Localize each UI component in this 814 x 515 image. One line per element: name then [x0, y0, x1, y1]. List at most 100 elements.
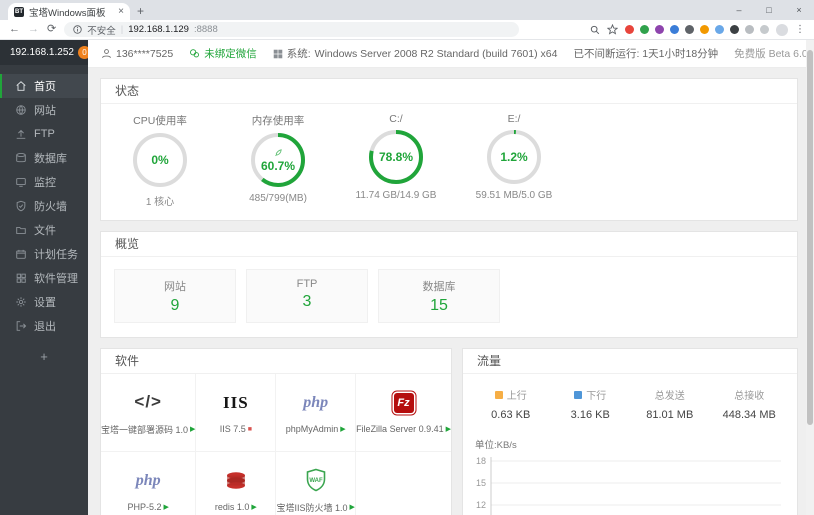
url-port[interactable]: :8888: [194, 24, 218, 35]
calendar-icon: [16, 249, 26, 259]
sidebar: 192.168.1.252 0 首页 网站 FTP 数据库 监控 防火墙 文件 …: [0, 40, 91, 515]
extension-icons: [625, 25, 769, 34]
extension-icon[interactable]: [700, 25, 709, 34]
account-info[interactable]: 136****7525: [101, 48, 173, 60]
rocket-icon[interactable]: [273, 148, 283, 158]
downstream-legend-swatch: [574, 390, 583, 399]
url-host[interactable]: 192.168.1.129: [128, 24, 189, 35]
server-header[interactable]: 192.168.1.252 0: [0, 40, 91, 65]
sidebar-item-ftp[interactable]: FTP: [0, 122, 88, 146]
extension-icon[interactable]: [625, 25, 634, 34]
info-icon[interactable]: [73, 25, 82, 34]
sidebar-item-website[interactable]: 网站: [0, 98, 88, 122]
gauge-label: C:/: [389, 113, 403, 125]
extension-icon[interactable]: [760, 25, 769, 34]
overview-label: FTP: [296, 278, 318, 290]
home-icon: [16, 81, 26, 91]
window-close-button[interactable]: ×: [784, 5, 814, 15]
software-item-filezilla[interactable]: Fz FileZilla Server 0.9.41 ▶: [356, 374, 451, 452]
status-stopped-icon: ■: [247, 425, 252, 433]
overview-panel: 概览 网站 9 FTP 3 数据库 15: [100, 231, 798, 338]
redis-logo: [226, 472, 245, 489]
software-item-waf[interactable]: WAF 宝塔IIS防火墙 1.0 ▶: [276, 452, 357, 515]
stat-label: 上行: [506, 391, 527, 402]
gauge-value: 0%: [151, 153, 169, 167]
software-item-iis[interactable]: IIS IIS 7.5 ■: [196, 374, 277, 452]
status-running-icon: ▶: [251, 503, 257, 511]
stat-value: 448.34 MB: [722, 409, 776, 421]
back-icon[interactable]: ←: [9, 24, 20, 35]
scrollbar-thumb[interactable]: [807, 50, 813, 425]
memory-gauge: 内存使用率 60.7% 485/799(MB): [219, 113, 337, 208]
bookmark-star-icon[interactable]: [607, 24, 618, 35]
extension-icon[interactable]: [745, 25, 754, 34]
extension-icon[interactable]: [640, 25, 649, 34]
extension-icon[interactable]: [670, 25, 679, 34]
svg-text:18: 18: [476, 456, 486, 466]
overview-label: 网站: [164, 281, 186, 293]
sidebar-item-label: 退出: [34, 321, 56, 333]
browser-window: BT 宝塔Windows面板 × + – □ × ← → ⟳ 不安全 | 192…: [0, 0, 814, 515]
toolbar-icons: ⋮: [529, 23, 805, 36]
uptime-info: 已不间断运行: 1天1小时18分钟: [573, 46, 718, 61]
profile-avatar[interactable]: [776, 23, 788, 36]
overview-row: 网站 9 FTP 3 数据库 15: [101, 257, 797, 337]
sidebar-item-logout[interactable]: 退出: [0, 314, 88, 338]
sidebar-item-cron[interactable]: 计划任务: [0, 242, 88, 266]
extension-icon[interactable]: [685, 25, 694, 34]
upstream-legend-swatch: [494, 390, 503, 399]
software-item-empty: [356, 452, 451, 515]
svg-text:15: 15: [476, 478, 486, 488]
chart-unit-label: 单位:KB/s: [475, 440, 517, 451]
gauge-value: 1.2%: [500, 150, 528, 164]
overview-value: 9: [170, 297, 180, 314]
status-running-icon: ▶: [445, 425, 451, 433]
wechat-bind-link[interactable]: 未绑定微信: [189, 46, 257, 61]
address-bar[interactable]: 不安全 | 192.168.1.129 :8888: [64, 22, 520, 37]
sidebar-item-firewall[interactable]: 防火墙: [0, 194, 88, 218]
php-logo: php: [303, 394, 329, 411]
overview-box-databases[interactable]: 数据库 15: [378, 269, 500, 323]
stat-label: 总接收: [734, 391, 765, 402]
tab-close-icon[interactable]: ×: [118, 6, 124, 17]
overview-box-ftp[interactable]: FTP 3: [246, 269, 368, 323]
logout-icon: [16, 321, 27, 331]
sidebar-item-database[interactable]: 数据库: [0, 146, 88, 170]
overview-box-websites[interactable]: 网站 9: [114, 269, 236, 323]
system-info: 系统: Windows Server 2008 R2 Standard (bui…: [273, 46, 557, 61]
url-separator: |: [120, 24, 124, 35]
new-tab-button[interactable]: +: [137, 3, 144, 20]
gauge-sublabel: 1 核心: [145, 197, 175, 208]
extension-icon[interactable]: [715, 25, 724, 34]
software-item-redis[interactable]: redis 1.0 ▶: [196, 452, 277, 515]
browser-tab[interactable]: BT 宝塔Windows面板 ×: [8, 3, 130, 20]
forward-icon[interactable]: →: [28, 24, 39, 35]
grid-icon: [16, 273, 26, 283]
window-maximize-button[interactable]: □: [754, 5, 784, 15]
sidebar-item-settings[interactable]: 设置: [0, 290, 88, 314]
reload-icon[interactable]: ⟳: [47, 24, 56, 35]
sidebar-item-software[interactable]: 软件管理: [0, 266, 88, 290]
system-label: 系统:: [286, 48, 311, 60]
sidebar-item-label: 数据库: [34, 153, 67, 165]
scrollbar[interactable]: [806, 40, 814, 515]
extension-icon[interactable]: [730, 25, 739, 34]
sidebar-item-home[interactable]: 首页: [0, 74, 88, 98]
gauge-label: 内存使用率: [251, 115, 305, 127]
window-minimize-button[interactable]: –: [724, 5, 754, 15]
user-icon: [102, 49, 111, 59]
disk-e-gauge: E:/ 1.2% 59.51 MB/5.0 GB: [455, 113, 573, 208]
extension-icon[interactable]: [655, 25, 664, 34]
sidebar-item-label: 防火墙: [34, 201, 67, 213]
php-logo: php: [135, 472, 161, 489]
version-label: 免费版 Beta 6.0.0: [734, 48, 814, 60]
browser-menu-icon[interactable]: ⋮: [795, 24, 805, 35]
security-label[interactable]: 不安全: [87, 23, 116, 37]
search-icon[interactable]: [590, 25, 600, 35]
sidebar-item-files[interactable]: 文件: [0, 218, 88, 242]
software-item-phpmyadmin[interactable]: php phpMyAdmin ▶: [276, 374, 357, 452]
software-item-php52[interactable]: php PHP-5.2 ▶: [101, 452, 197, 515]
sidebar-item-monitor[interactable]: 监控: [0, 170, 88, 194]
software-item-deploy[interactable]: </> 宝塔一键部署源码 1.0 ▶: [101, 374, 197, 452]
sidebar-add-button[interactable]: +: [0, 349, 88, 364]
